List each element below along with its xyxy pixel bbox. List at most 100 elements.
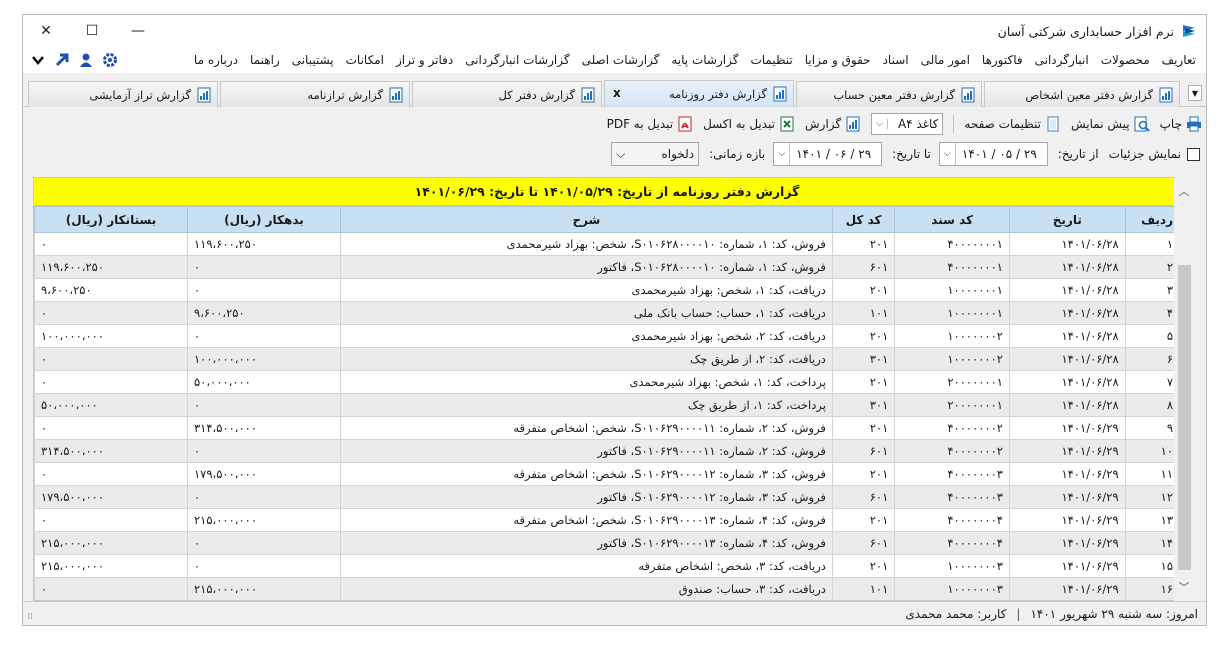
menu-support[interactable]: پشتیبانی (286, 53, 340, 67)
menu-help[interactable]: راهنما (244, 53, 286, 67)
from-date-picker[interactable]: ۱۴۰۱ / ۰۵ / ۲۹ ⌵ (938, 142, 1048, 166)
table-row[interactable]: ۶ ۱۴۰۱/۰۶/۲۸ ۱۰۰۰۰۰۰۰۲ ۳۰۱ دریافت، کد: ۲، از… (34, 347, 1180, 371)
col-credit[interactable]: بستانکار (ریال) (34, 206, 188, 233)
cell-account-code: ۶۰۱ (831, 255, 896, 279)
col-debit[interactable]: بدهکار (ریال) (186, 206, 341, 233)
report-doc-icon (389, 87, 403, 102)
cell-date: ۱۴۰۱/۰۶/۲۸ (1008, 232, 1126, 256)
scroll-up-icon[interactable]: ︿ (1174, 181, 1194, 201)
chevron-down-icon[interactable]: ⌵ (774, 143, 791, 165)
cell-date: ۱۴۰۱/۰۶/۲۹ (1008, 508, 1126, 532)
table-row[interactable]: ۴ ۱۴۰۱/۰۶/۲۸ ۱۰۰۰۰۰۰۰۱ ۱۰۱ دریافت، کد: ۱، حس… (34, 301, 1180, 325)
tab-account-ledger[interactable]: گزارش دفتر معین حساب (796, 81, 982, 107)
cell-debit: ۰ (186, 393, 341, 417)
table-row[interactable]: ۳ ۱۴۰۱/۰۶/۲۸ ۱۰۰۰۰۰۰۰۱ ۲۰۱ دریافت، کد: ۱، شخ… (34, 278, 1180, 302)
report-grid[interactable]: گزارش دفتر روزنامه از تاریخ: ۱۴۰۱/۰۵/۲۹ … (33, 177, 1181, 601)
menu-main-reports[interactable]: گزارشات اصلی (576, 53, 666, 67)
page-settings-button[interactable]: تنظیمات صفحه (964, 116, 1061, 132)
report-button[interactable]: گزارش (805, 116, 861, 132)
tab-general-ledger[interactable]: گزارش دفتر کل (412, 81, 602, 107)
table-row[interactable]: ۸ ۱۴۰۱/۰۶/۲۸ ۲۰۰۰۰۰۰۰۱ ۳۰۱ پرداخت، کد: ۱، از… (34, 393, 1180, 417)
cell-description: دریافت، کد: ۲، شخص: بهزاد شیرمحمدی (339, 324, 833, 348)
table-row[interactable]: ۱ ۱۴۰۱/۰۶/۲۸ ۴۰۰۰۰۰۰۰۱ ۲۰۱ فروش، کد: ۱، شمار… (34, 232, 1180, 256)
cell-row-no: ۱۵ (1124, 554, 1180, 578)
chevron-down-icon[interactable]: ⌵ (940, 143, 956, 165)
cell-debit: ۰ (186, 554, 341, 578)
cell-debit: ۰ (186, 278, 341, 302)
menu-payroll[interactable]: حقوق و مزایا (799, 53, 877, 67)
table-row[interactable]: ۱۵ ۱۴۰۱/۰۶/۲۹ ۱۰۰۰۰۰۰۰۳ ۲۰۱ دریافت، کد: ۳، ش… (34, 554, 1180, 578)
table-row[interactable]: ۱۱ ۱۴۰۱/۰۶/۲۹ ۴۰۰۰۰۰۰۰۳ ۲۰۱ فروش، کد: ۳، شما… (34, 462, 1180, 486)
scroll-down-icon[interactable]: ﹀ (1174, 577, 1194, 597)
chevron-down-icon[interactable] (29, 51, 47, 69)
cell-row-no: ۷ (1124, 370, 1180, 394)
menu-ledgers[interactable]: دفاتر و تراز (390, 53, 459, 67)
table-row[interactable]: ۱۳ ۱۴۰۱/۰۶/۲۹ ۴۰۰۰۰۰۰۰۴ ۲۰۱ فروش، کد: ۴، شما… (34, 508, 1180, 532)
table-row[interactable]: ۱۲ ۱۴۰۱/۰۶/۲۹ ۴۰۰۰۰۰۰۰۳ ۶۰۱ فروش، کد: ۳، شما… (34, 485, 1180, 509)
menu-inventory[interactable]: انبارگردانی (1029, 53, 1095, 67)
col-description[interactable]: شرح (339, 206, 833, 233)
cell-doc-code: ۴۰۰۰۰۰۰۰۳ (894, 462, 1010, 486)
export-pdf-button[interactable]: تبدیل به PDF (607, 116, 693, 132)
table-row[interactable]: ۱۶ ۱۴۰۱/۰۶/۲۹ ۱۰۰۰۰۰۰۰۳ ۱۰۱ دریافت، کد: ۳، ح… (34, 577, 1180, 600)
paper-size-select[interactable]: کاغذ A۴ ⌵ (871, 113, 944, 135)
tab-trial-balance[interactable]: گزارش تراز آزمایشی (28, 81, 218, 107)
menu-invoices[interactable]: فاکتورها (976, 53, 1029, 67)
cell-credit: ۰ (34, 462, 188, 486)
menu-definitions[interactable]: تعاریف (1156, 53, 1202, 67)
report-toolbar: چاپ پیش نمایش تنظیمات صفحه کاغذ A۴ ⌵ گزا… (23, 110, 1206, 138)
arrow-icon[interactable] (53, 51, 71, 69)
menu-products[interactable]: محصولات (1095, 53, 1156, 67)
menu-finance[interactable]: امور مالی (915, 53, 976, 67)
menu-inventory-reports[interactable]: گزارشات انبارگردانی (459, 53, 575, 67)
cell-credit: ۰ (34, 577, 188, 600)
table-row[interactable]: ۹ ۱۴۰۱/۰۶/۲۹ ۴۰۰۰۰۰۰۰۲ ۲۰۱ فروش، کد: ۲، شمار… (34, 416, 1180, 440)
cell-description: فروش، کد: ۲، شماره: S۰۱۰۶۲۹۰۰۰۰۱۱، شخص: … (339, 416, 833, 440)
scroll-thumb[interactable] (1178, 265, 1191, 570)
table-row[interactable]: ۱۰ ۱۴۰۱/۰۶/۲۹ ۴۰۰۰۰۰۰۰۲ ۶۰۱ فروش، کد: ۲، شما… (34, 439, 1180, 463)
report-doc-icon (846, 116, 860, 132)
user-icon[interactable] (77, 51, 95, 69)
cell-row-no: ۳ (1124, 278, 1180, 302)
minimize-button[interactable]: — (115, 15, 161, 47)
col-doc-code[interactable]: کد سند (894, 206, 1010, 233)
close-button[interactable]: ✕ (23, 15, 69, 47)
print-button[interactable]: چاپ (1160, 116, 1202, 132)
cell-credit: ۰ (34, 347, 188, 371)
menu-settings[interactable]: تنظیمات (744, 53, 798, 67)
table-row[interactable]: ۲ ۱۴۰۱/۰۶/۲۸ ۴۰۰۰۰۰۰۰۱ ۶۰۱ فروش، کد: ۱، شمار… (34, 255, 1180, 279)
preview-button[interactable]: پیش نمایش (1071, 116, 1150, 132)
cell-row-no: ۱۳ (1124, 508, 1180, 532)
tab-list-dropdown[interactable]: ▼ (1188, 85, 1202, 101)
resize-grip-icon[interactable]: ⁞⁞ (27, 612, 33, 622)
tab-balance-sheet[interactable]: گزارش ترازنامه (220, 81, 410, 107)
menu-about[interactable]: درباره ما (188, 53, 244, 67)
show-details-checkbox[interactable] (1187, 147, 1200, 161)
to-date-picker[interactable]: ۱۴۰۱ / ۰۶ / ۲۹ ⌵ (773, 142, 883, 166)
cell-account-code: ۲۰۱ (831, 232, 896, 256)
tab-close-button[interactable]: x (613, 86, 621, 100)
export-excel-button[interactable]: تبدیل به اکسل (703, 116, 795, 132)
menu-documents[interactable]: اسناد (877, 53, 915, 67)
menu-features[interactable]: امکانات (340, 53, 390, 67)
col-account-code[interactable]: کد کل (831, 206, 896, 233)
col-row-no[interactable]: ردیف (1124, 206, 1180, 233)
cell-credit: ۹،۶۰۰،۲۵۰ (34, 278, 188, 302)
col-date[interactable]: تاریخ (1008, 206, 1126, 233)
table-row[interactable]: ۷ ۱۴۰۱/۰۶/۲۸ ۲۰۰۰۰۰۰۰۱ ۲۰۱ پرداخت، کد: ۱، شخ… (34, 370, 1180, 394)
cell-account-code: ۳۰۱ (831, 393, 896, 417)
report-doc-icon (961, 87, 975, 102)
tab-journal[interactable]: گزارش دفتر روزنامه x (604, 80, 794, 107)
vertical-scrollbar[interactable]: ︿ ﹀ (1174, 177, 1194, 601)
menu-basic-reports[interactable]: گزارشات پایه (665, 53, 744, 67)
cell-credit: ۰ (34, 232, 188, 256)
gear-icon[interactable] (101, 51, 119, 69)
cell-credit: ۲۱۵،۰۰۰،۰۰۰ (34, 554, 188, 578)
period-select[interactable]: دلخواه ⌵ (611, 142, 700, 166)
table-row[interactable]: ۵ ۱۴۰۱/۰۶/۲۸ ۱۰۰۰۰۰۰۰۲ ۲۰۱ دریافت، کد: ۲، شخ… (34, 324, 1180, 348)
table-row[interactable]: ۱۴ ۱۴۰۱/۰۶/۲۹ ۴۰۰۰۰۰۰۰۴ ۶۰۱ فروش، کد: ۴، شما… (34, 531, 1180, 555)
tab-persons-ledger[interactable]: گزارش دفتر معین اشخاص (984, 81, 1180, 107)
cell-debit: ۱۱۹،۶۰۰،۲۵۰ (186, 232, 341, 256)
maximize-button[interactable]: ☐ (69, 15, 115, 47)
cell-debit: ۰ (186, 324, 341, 348)
